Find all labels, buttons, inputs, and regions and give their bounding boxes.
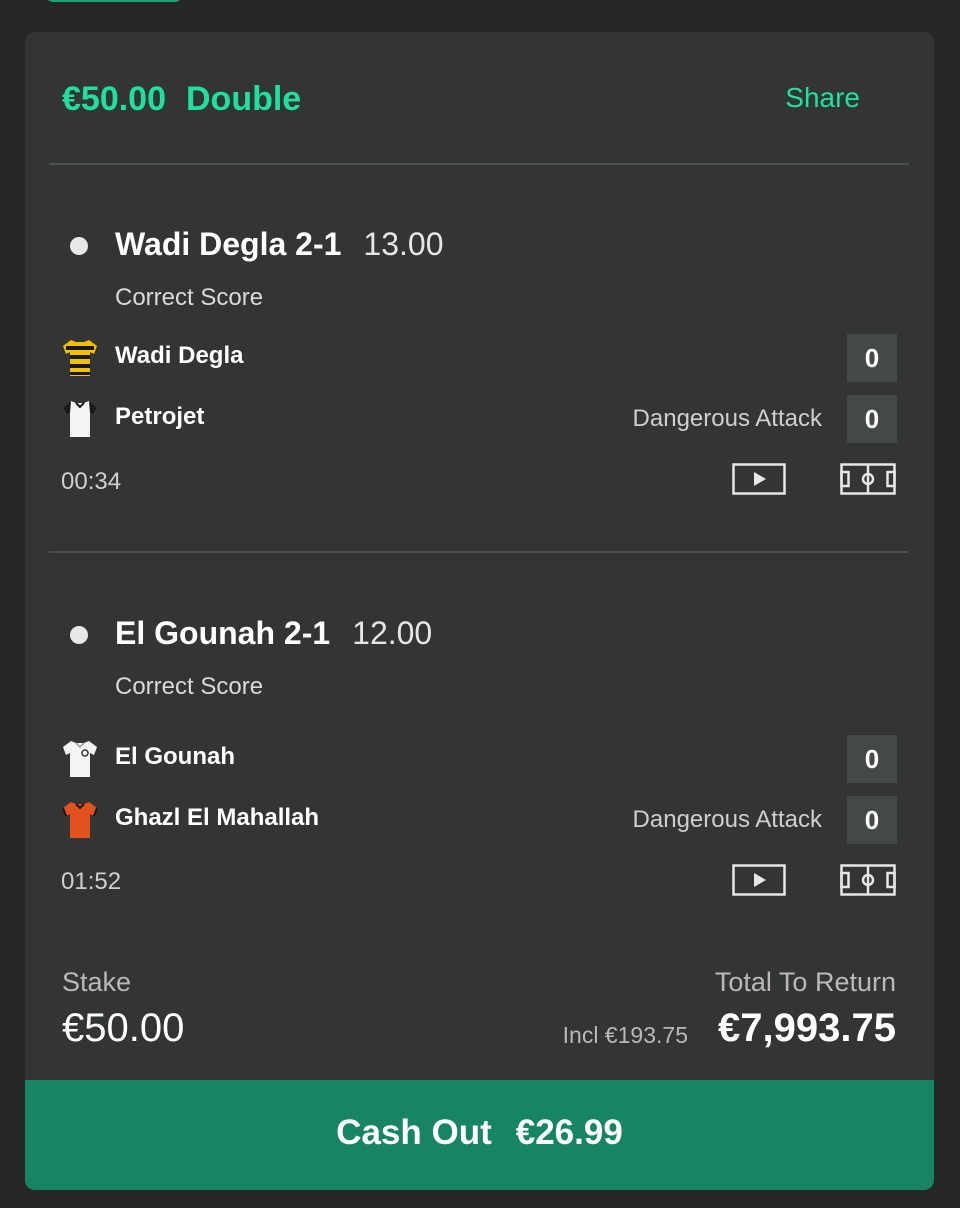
selection-name: Wadi Degla 2-1 13.00 bbox=[115, 226, 444, 263]
away-team-name: Petrojet bbox=[115, 403, 205, 430]
stake-label: Stake bbox=[62, 967, 132, 997]
home-team-row: Wadi Degla 0 bbox=[25, 334, 934, 382]
match-clock: 00:34 bbox=[61, 468, 122, 495]
match-clock: 01:52 bbox=[61, 868, 122, 895]
orange-shirt-icon bbox=[62, 802, 98, 838]
selection-status-dot bbox=[70, 237, 88, 255]
included-bonus-text: Incl €193.75 bbox=[562, 1022, 688, 1048]
total-return-value: €7,993.75 bbox=[718, 1006, 896, 1050]
selection-odds: 13.00 bbox=[363, 226, 444, 262]
home-team-name: El Gounah bbox=[115, 743, 235, 770]
bet-type: Double bbox=[186, 80, 302, 118]
cash-out-label: Cash Out bbox=[336, 1113, 492, 1152]
selection-status-dot bbox=[70, 626, 88, 644]
match-event-text: Dangerous Attack bbox=[632, 405, 822, 432]
play-video-icon[interactable] bbox=[732, 462, 786, 496]
home-score: 0 bbox=[847, 334, 897, 382]
pitch-tracker-icon[interactable] bbox=[840, 863, 896, 897]
away-team-name: Ghazl El Mahallah bbox=[115, 804, 320, 831]
bet-card: €50.00 Double Share Wadi Degla 2-1 13.00 C… bbox=[25, 32, 934, 1190]
cash-out-value: €26.99 bbox=[515, 1113, 623, 1152]
away-team-row: Ghazl El Mahallah Dangerous Attack 0 bbox=[25, 796, 934, 844]
home-score: 0 bbox=[847, 735, 897, 783]
top-tab-pill bbox=[44, 0, 184, 2]
away-team-row: Petrojet Dangerous Attack 0 bbox=[25, 395, 934, 443]
total-return-label: Total To Return bbox=[714, 967, 896, 997]
home-team-row: El Gounah 0 bbox=[25, 735, 934, 783]
selection-odds: 12.00 bbox=[352, 615, 433, 651]
stake-value: €50.00 bbox=[62, 1006, 185, 1050]
share-button[interactable]: Share bbox=[785, 82, 860, 114]
selection-label: El Gounah 2-1 bbox=[115, 615, 331, 651]
away-score: 0 bbox=[847, 796, 897, 844]
match-event-text: Dangerous Attack bbox=[632, 806, 822, 833]
selection-market: Correct Score bbox=[115, 284, 264, 311]
divider bbox=[49, 163, 909, 165]
selection-label: Wadi Degla 2-1 bbox=[115, 226, 342, 262]
selection-name: El Gounah 2-1 12.00 bbox=[115, 615, 432, 652]
divider bbox=[49, 551, 909, 553]
white-black-shirt-icon bbox=[63, 401, 97, 437]
white-shirt-icon bbox=[63, 741, 97, 777]
play-video-icon[interactable] bbox=[732, 863, 786, 897]
bet-amount: €50.00 bbox=[62, 80, 166, 118]
pitch-tracker-icon[interactable] bbox=[840, 462, 896, 496]
yellow-black-striped-shirt-icon bbox=[63, 340, 97, 376]
cash-out-button[interactable]: Cash Out €26.99 bbox=[25, 1080, 934, 1190]
selection-market: Correct Score bbox=[115, 673, 264, 700]
home-team-name: Wadi Degla bbox=[115, 342, 244, 369]
bet-header: €50.00 Double Share bbox=[25, 32, 934, 164]
bet-title: €50.00 Double bbox=[62, 80, 321, 119]
away-score: 0 bbox=[847, 395, 897, 443]
